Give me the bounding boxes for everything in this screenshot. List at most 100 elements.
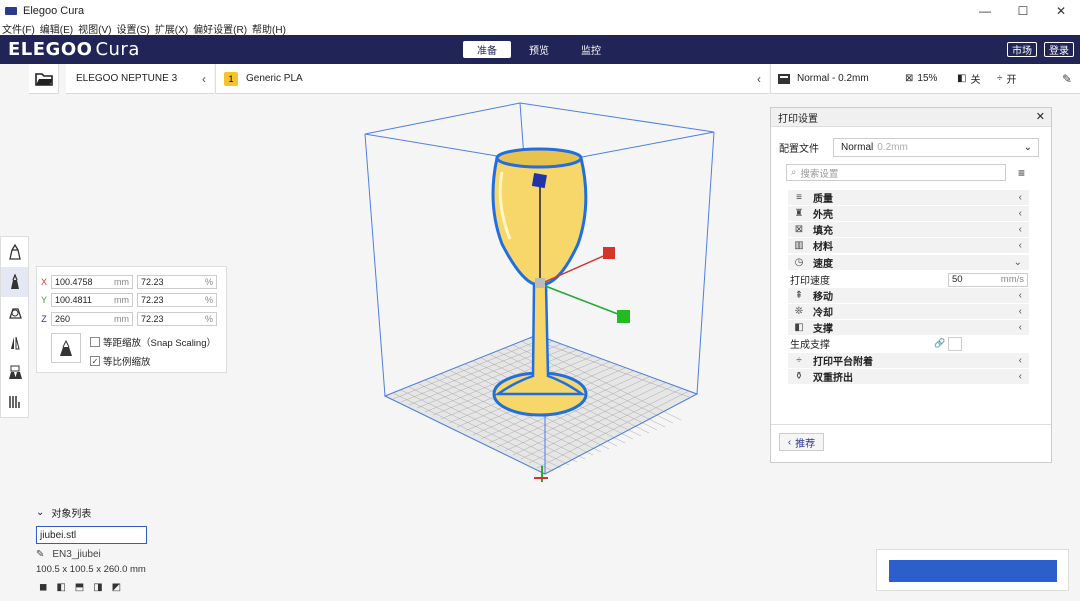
recommended-button[interactable]: ‹ 推荐	[779, 433, 824, 451]
profile-dropdown[interactable]: Normal 0.2mm ⌄	[833, 138, 1039, 157]
axis-x-label: X	[40, 276, 47, 287]
menu-edit[interactable]: 编辑(E)	[40, 21, 73, 36]
chevron-left-icon: ‹	[1018, 240, 1022, 251]
view-3d-icon[interactable]: ◼	[39, 582, 47, 593]
scale-tool[interactable]	[1, 267, 28, 297]
menu-settings[interactable]: 设置(S)	[116, 21, 149, 36]
search-icon: ⌕	[791, 167, 797, 178]
scale-x-mm-input[interactable]: 100.4758 mm	[51, 274, 133, 289]
tab-prepare[interactable]: 准备	[463, 41, 511, 58]
slice-panel	[876, 549, 1069, 591]
settings-search-input[interactable]: ⌕ 搜索设置	[786, 164, 1006, 181]
object-list-toggle[interactable]: ⌄ 对象列表	[36, 505, 236, 520]
cooling-icon: ❊	[794, 306, 804, 317]
slice-button[interactable]	[889, 560, 1057, 582]
snap-scaling-checkbox[interactable]: 等距缩放（Snap Scaling）	[90, 335, 216, 349]
chevron-down-icon: ⌄	[1023, 142, 1032, 153]
shell-icon: ♜	[794, 208, 804, 219]
chevron-left-icon: ‹	[787, 436, 792, 448]
category-material[interactable]: ▥ 材料 ‹	[788, 238, 1029, 253]
menu-file[interactable]: 文件(F)	[2, 21, 35, 36]
mirror-tool[interactable]	[1, 327, 28, 357]
chevron-left-icon: ‹	[1018, 306, 1022, 317]
tab-monitor[interactable]: 监控	[567, 41, 615, 58]
menu-extensions[interactable]: 扩展(X)	[155, 21, 188, 36]
printer-selector[interactable]: ELEGOO NEPTUNE 3 ‹	[66, 64, 214, 94]
axis-y-label: Y	[40, 294, 47, 305]
rotate-tool[interactable]	[1, 297, 28, 327]
category-adhesion[interactable]: ÷ 打印平台附着 ‹	[788, 353, 1029, 368]
print-settings-selector[interactable]: Normal - 0.2mm ⊠ 15% ◧ 关 ÷ 开 ✎	[770, 64, 1080, 94]
print-settings-panel: 打印设置 ✕ 配置文件 Normal 0.2mm ⌄ ⌕ 搜索设置 ≡ ≡ 质量 ‹ …	[770, 107, 1052, 463]
setting-generate-support: 生成支撑 🔗	[790, 336, 1029, 351]
menu-view[interactable]: 视图(V)	[78, 21, 111, 36]
menu-icon[interactable]: ≡	[1018, 166, 1025, 180]
rotate-icon	[8, 308, 22, 319]
support-blocker-tool[interactable]	[1, 387, 28, 417]
job-name: EN3_jiubei	[52, 549, 101, 560]
chevron-left-icon: ‹	[1018, 208, 1022, 219]
object-list-item[interactable]: jiubei.stl	[36, 526, 147, 544]
scale-y-mm-input[interactable]: 100.4811 mm	[51, 292, 133, 307]
profile-icon	[778, 73, 790, 84]
adhesion-icon: ÷	[997, 73, 1003, 84]
menu-preferences[interactable]: 偏好设置(R)	[193, 21, 247, 36]
support-blocker-icon	[8, 396, 20, 408]
per-model-icon	[8, 365, 22, 379]
close-icon[interactable]: ✕	[1036, 110, 1045, 123]
setting-print-speed: 打印速度 50 mm/s	[790, 272, 1029, 287]
category-speed[interactable]: ◷ 速度 ⌄	[788, 255, 1029, 270]
category-shell[interactable]: ♜ 外壳 ‹	[788, 206, 1029, 221]
app-icon	[5, 6, 17, 15]
uniform-scaling-checkbox[interactable]: ✓ 等比例缩放	[90, 354, 151, 368]
chevron-down-icon: ⌄	[1013, 257, 1022, 268]
scale-z-pct-input[interactable]: 72.23%	[137, 311, 217, 326]
scale-y-pct-input[interactable]: 72.23%	[137, 292, 217, 307]
view-right-icon[interactable]: ◩	[112, 582, 121, 593]
move-tool[interactable]	[1, 237, 28, 267]
view-left-icon[interactable]: ◨	[93, 582, 102, 593]
material-selector[interactable]: 1 Generic PLA ‹	[215, 64, 769, 94]
print-speed-input[interactable]: 50 mm/s	[948, 272, 1028, 287]
3d-viewport[interactable]	[230, 94, 770, 504]
close-button[interactable]: ✕	[1042, 0, 1080, 21]
pencil-icon[interactable]: ✎	[36, 549, 44, 560]
chevron-down-icon: ⌄	[36, 507, 45, 518]
reset-scale-button[interactable]	[51, 333, 81, 363]
folder-icon	[34, 72, 53, 86]
infill-icon: ⊠	[905, 73, 914, 84]
chevron-left-icon: ‹	[1018, 355, 1022, 366]
minimize-button[interactable]: —	[966, 0, 1004, 21]
tab-preview[interactable]: 预览	[515, 41, 563, 58]
dual-extrusion-icon: ⚱	[794, 371, 804, 382]
category-quality[interactable]: ≡ 质量 ‹	[788, 190, 1029, 205]
support-value: 关	[970, 75, 981, 86]
adhesion-icon: ÷	[796, 355, 802, 366]
category-travel[interactable]: ⇞ 移动 ‹	[788, 288, 1029, 303]
per-model-settings-tool[interactable]	[1, 357, 28, 387]
check-icon: ✓	[90, 356, 100, 366]
maximize-button[interactable]: ☐	[1004, 0, 1042, 21]
category-cooling[interactable]: ❊ 冷却 ‹	[788, 304, 1029, 319]
open-file-button[interactable]	[29, 64, 59, 94]
view-top-icon[interactable]: ⬒	[75, 582, 84, 593]
scale-z-mm-input[interactable]: 260 mm	[51, 311, 133, 326]
profile-summary: Normal - 0.2mm	[797, 73, 869, 84]
mirror-icon	[10, 336, 20, 350]
login-button[interactable]: 登录	[1044, 42, 1074, 57]
support-icon: ◧	[957, 73, 967, 84]
scale-x-pct-input[interactable]: 72.23%	[137, 274, 217, 289]
marketplace-button[interactable]: 市场	[1007, 42, 1037, 57]
infill-value: 15%	[917, 73, 938, 84]
axis-z-label: Z	[41, 313, 47, 324]
chevron-left-icon: ‹	[1018, 192, 1022, 203]
speed-icon: ◷	[794, 257, 804, 268]
category-infill[interactable]: ⊠ 填充 ‹	[788, 222, 1029, 237]
category-dual-extrusion[interactable]: ⚱ 双重挤出 ‹	[788, 369, 1029, 384]
generate-support-checkbox[interactable]	[948, 336, 962, 351]
view-front-icon[interactable]: ◧	[56, 582, 65, 593]
model-dimensions: 100.5 x 100.5 x 260.0 mm	[36, 564, 146, 575]
menu-help[interactable]: 帮助(H)	[252, 21, 286, 36]
category-support[interactable]: ◧ 支撑 ‹	[788, 320, 1029, 335]
quality-icon: ≡	[796, 192, 802, 203]
